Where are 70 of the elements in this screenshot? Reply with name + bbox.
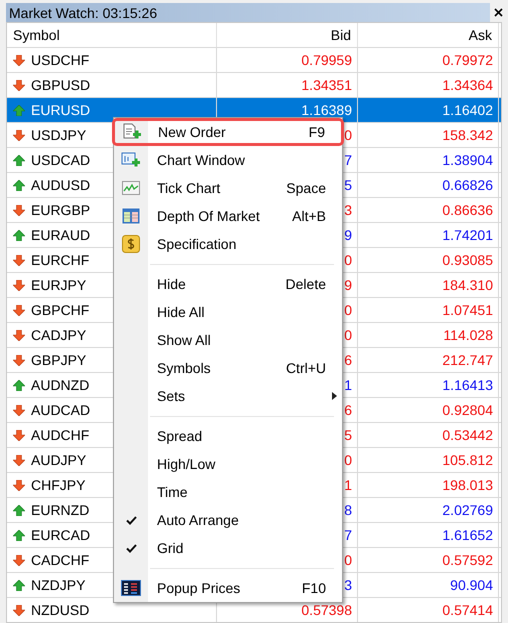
ask-cell: 1.74201 — [442, 227, 493, 243]
symbol-cell: EURCAD — [31, 527, 90, 543]
symbol-cell: GBPCHF — [31, 302, 90, 318]
symbol-cell: EURJPY — [31, 277, 86, 293]
ask-cell: 0.53442 — [442, 427, 493, 443]
ask-cell: 105.812 — [442, 452, 493, 468]
window-title: Market Watch: 03:15:26 — [8, 4, 158, 20]
symbol-cell: EURUSD — [31, 102, 90, 118]
ask-cell: 1.61652 — [442, 527, 493, 543]
bid-cell: 0 — [344, 452, 352, 468]
ask-cell: 0.86636 — [442, 202, 493, 218]
bid-cell: 9 — [344, 277, 352, 293]
ask-cell: 0.93085 — [442, 252, 493, 268]
bid-cell: 7 — [344, 152, 352, 168]
bid-cell: 6 — [344, 352, 352, 368]
ask-cell: 0.79972 — [442, 52, 493, 68]
symbol-cell: NZDJPY — [31, 577, 86, 593]
ask-cell: 1.38904 — [442, 152, 493, 168]
symbol-cell: USDCAD — [31, 152, 90, 168]
ask-cell: 2.02769 — [442, 502, 493, 518]
bid-cell: 9 — [344, 227, 352, 243]
symbol-cell: EURGBP — [31, 202, 90, 218]
bid-cell: 0 — [344, 252, 352, 268]
symbol-cell: AUDUSD — [31, 177, 90, 193]
bid-cell: 5 — [344, 427, 352, 443]
ask-cell: 1.16413 — [442, 377, 493, 393]
symbol-cell: USDJPY — [31, 127, 86, 143]
bid-cell: 0.57398 — [301, 602, 352, 618]
ask-cell: 90.904 — [450, 577, 493, 593]
symbol-cell: GBPJPY — [31, 352, 86, 368]
symbol-cell: EURCHF — [31, 252, 90, 268]
ask-cell: 0.66826 — [442, 177, 493, 193]
ask-cell: 1.34364 — [442, 77, 493, 93]
ask-cell: 114.028 — [443, 327, 493, 343]
ask-cell: 184.310 — [442, 277, 493, 293]
symbol-cell: CHFJPY — [31, 477, 86, 493]
ask-cell: 158.342 — [442, 127, 493, 143]
bid-cell: 3 — [344, 577, 352, 593]
bid-cell: 0 — [344, 327, 352, 343]
bid-cell: 6 — [344, 402, 352, 418]
bid-cell: 1 — [344, 477, 352, 493]
ask-cell: 1.16402 — [442, 102, 493, 118]
bid-cell: 0 — [344, 302, 352, 318]
bid-cell: 1.34351 — [301, 77, 352, 93]
bid-cell: 3 — [344, 202, 352, 218]
bid-cell: 7 — [344, 527, 352, 543]
symbol-cell: EURAUD — [31, 227, 90, 243]
symbol-cell: CADCHF — [31, 552, 90, 568]
ask-cell: 0.57414 — [442, 602, 493, 618]
ask-cell: 212.747 — [442, 352, 493, 368]
bid-cell: 0.79959 — [301, 52, 352, 68]
bid-cell: 0 — [344, 552, 352, 568]
bid-cell: 8 — [344, 502, 352, 518]
symbol-cell: USDCHF — [31, 52, 90, 68]
ask-cell: 0.92804 — [442, 402, 493, 418]
ask-cell: 1.07451 — [442, 302, 493, 318]
bid-cell: 5 — [344, 177, 352, 193]
symbol-cell: AUDJPY — [31, 452, 86, 468]
symbol-cell: CADJPY — [31, 327, 86, 343]
symbol-cell: AUDCHF — [31, 427, 90, 443]
bid-cell: 1.16389 — [301, 102, 352, 118]
ask-cell: 198.013 — [442, 477, 493, 493]
symbol-cell: AUDNZD — [31, 377, 90, 393]
ask-cell: 0.57592 — [442, 552, 493, 568]
bid-cell: 0 — [344, 127, 352, 143]
symbol-cell: AUDCAD — [31, 402, 90, 418]
symbol-cell: EURNZD — [31, 502, 90, 518]
bid-cell: 1 — [344, 377, 352, 393]
symbol-cell: NZDUSD — [31, 602, 90, 618]
symbol-cell: GBPUSD — [31, 77, 90, 93]
